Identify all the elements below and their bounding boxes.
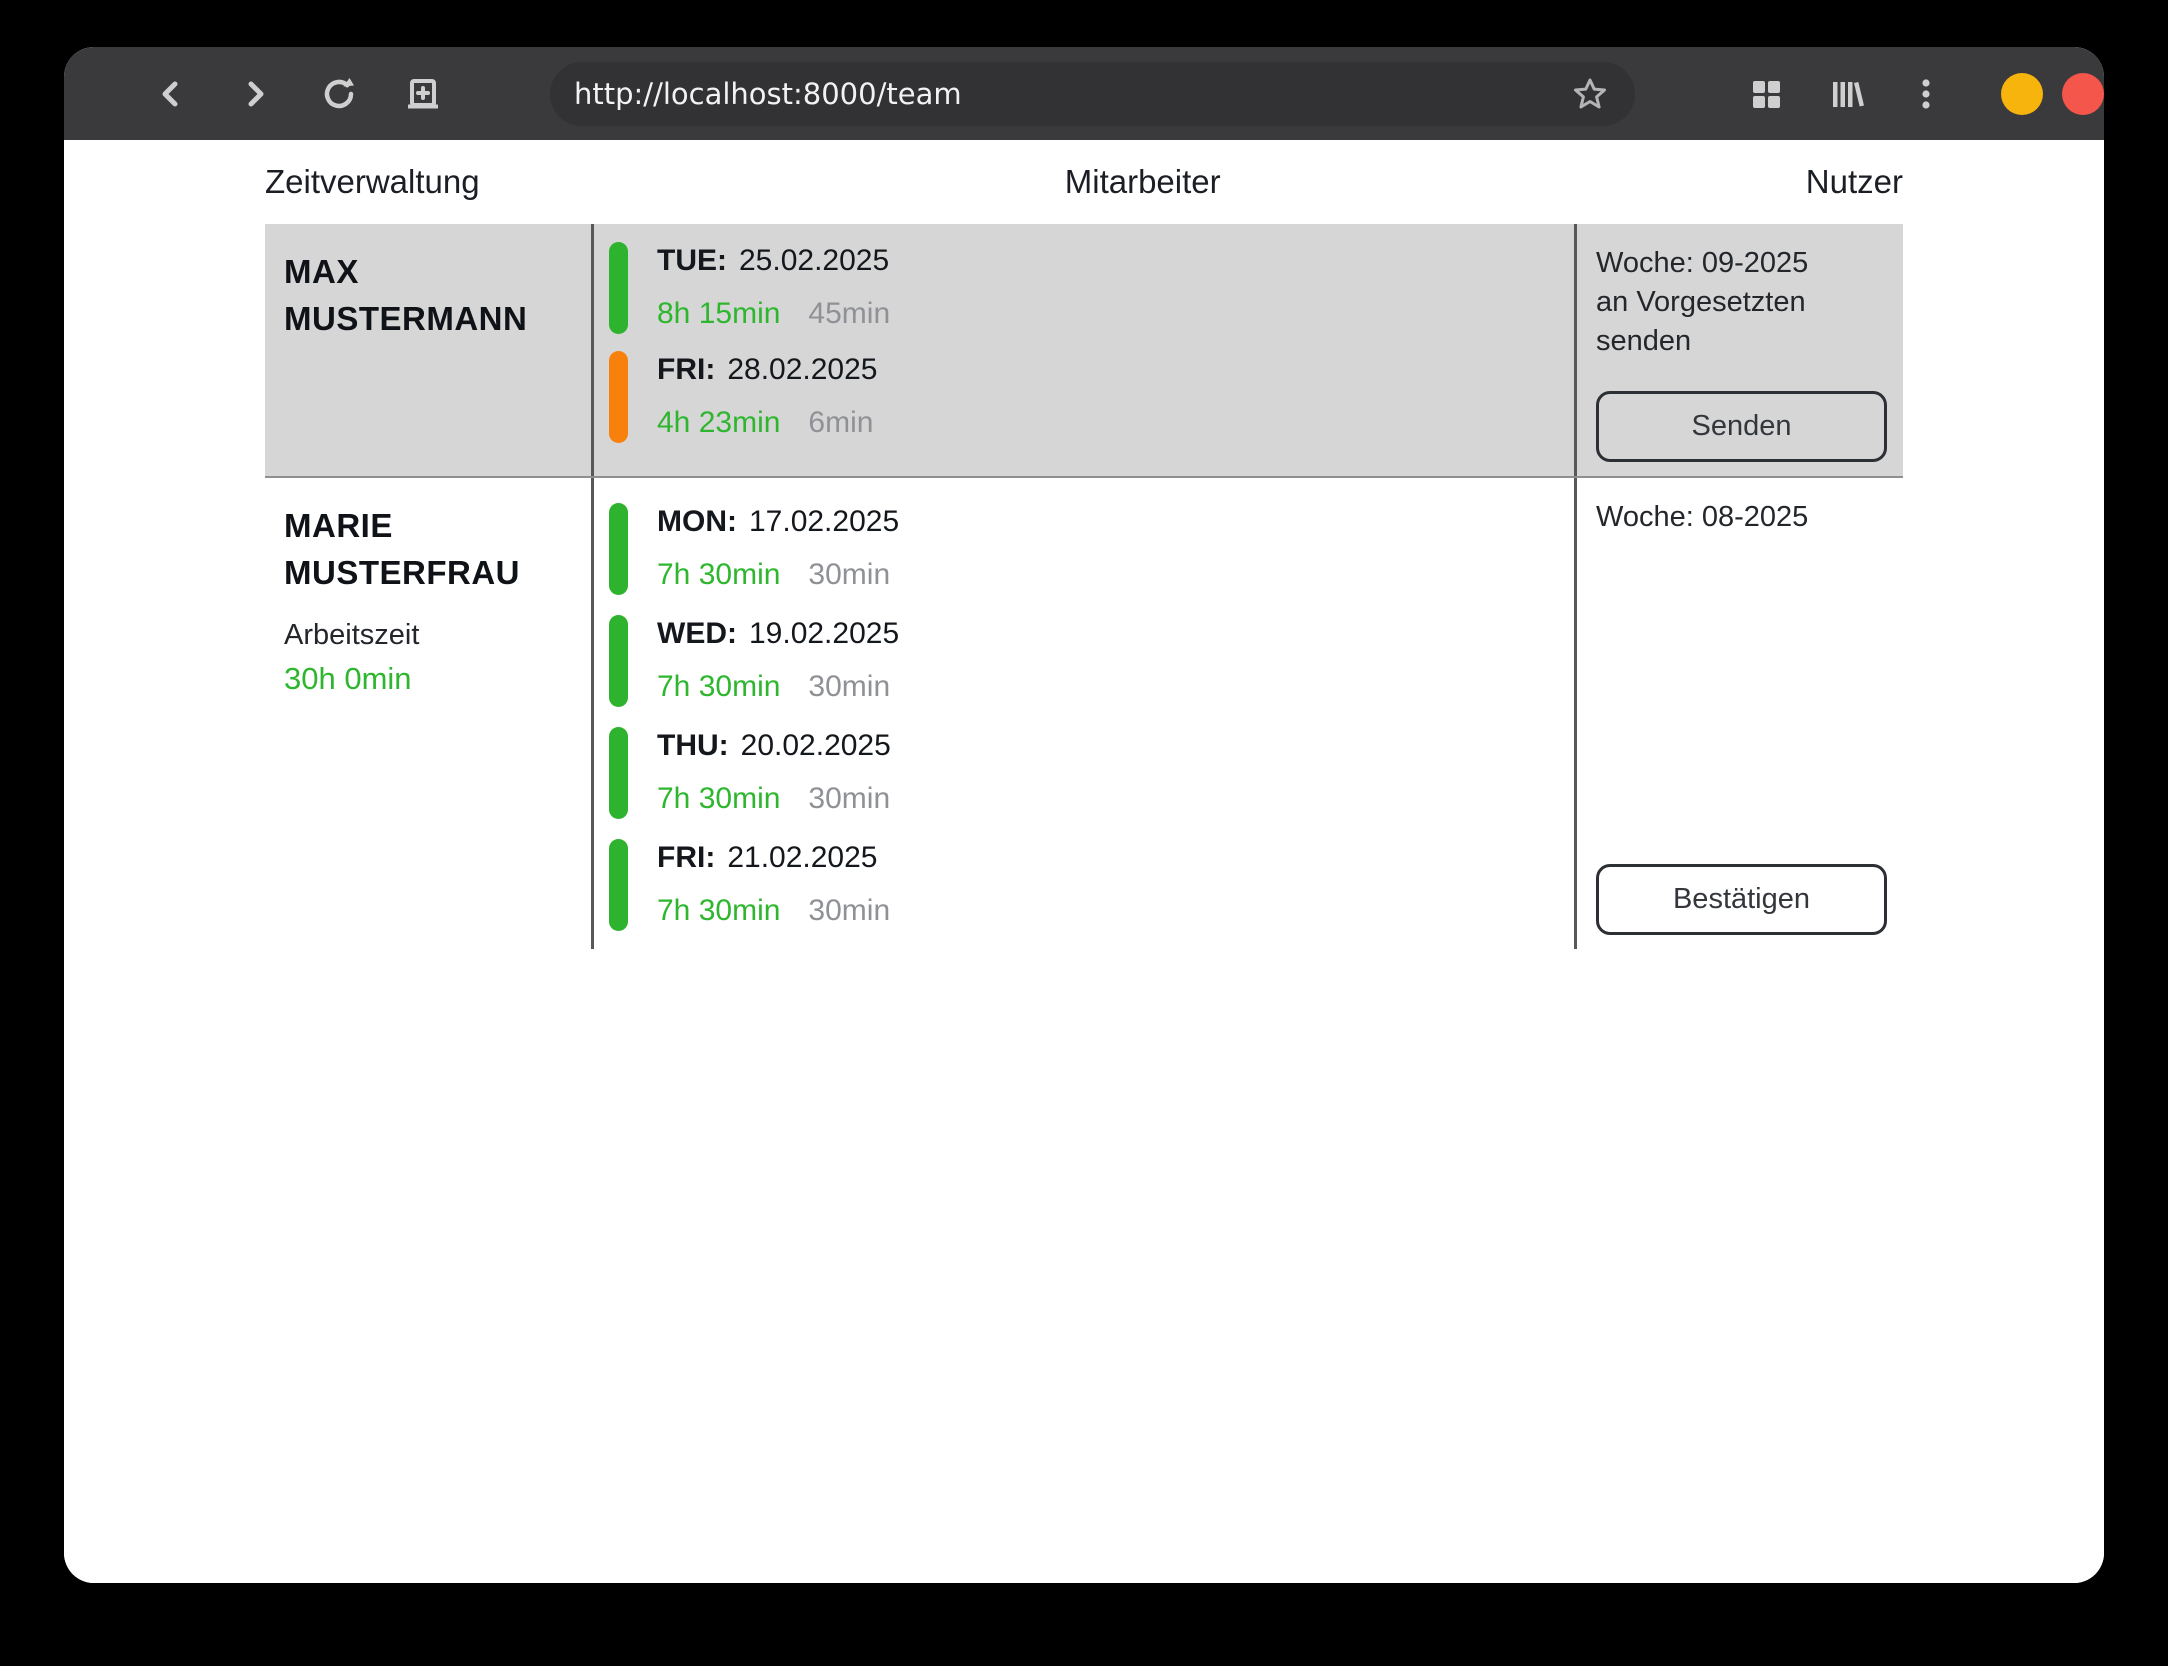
employee-first-name: MARIE (284, 502, 581, 549)
entry-date: 17.02.2025 (749, 505, 899, 538)
entry-break-time: 6min (808, 406, 873, 439)
apps-grid-icon[interactable] (1747, 75, 1785, 113)
entry-status-pill (609, 242, 628, 334)
entry-time-line: 4h 23min 6min (657, 406, 877, 440)
minimize-button[interactable] (2001, 73, 2043, 115)
entry-text: FRI: 28.02.2025 4h 23min 6min (657, 351, 877, 443)
bestaetigen-button[interactable]: Bestätigen (1596, 864, 1887, 935)
url-bar[interactable]: http://localhost:8000/team (550, 62, 1635, 126)
entry-status-pill (609, 503, 628, 595)
employee-last-name: MUSTERFRAU (284, 549, 581, 596)
time-entry: WED: 19.02.2025 7h 30min 30min (609, 615, 1574, 707)
url-input[interactable]: http://localhost:8000/team (574, 77, 1571, 111)
entry-break-time: 30min (808, 894, 890, 927)
entry-time-line: 8h 15min 45min (657, 297, 890, 331)
entry-time-line: 7h 30min 30min (657, 782, 891, 816)
entry-worked-time: 7h 30min (657, 670, 780, 703)
new-tab-icon[interactable] (404, 75, 442, 113)
employee-first-name: MAX (284, 248, 581, 295)
bookmark-star-icon[interactable] (1571, 75, 1609, 113)
entry-day: FRI: (657, 841, 715, 874)
reload-icon[interactable] (320, 75, 358, 113)
entry-date: 19.02.2025 (749, 617, 899, 650)
entry-worked-time: 7h 30min (657, 782, 780, 815)
entry-day-line: FRI: 21.02.2025 (657, 841, 890, 875)
entry-day: FRI: (657, 353, 715, 386)
entry-worked-time: 7h 30min (657, 558, 780, 591)
worktime-value: 30h 0min (284, 661, 581, 697)
worktime-label: Arbeitszeit (284, 619, 581, 652)
entry-time-line: 7h 30min 30min (657, 558, 899, 592)
entry-break-time: 30min (808, 558, 890, 591)
browser-window: http://localhost:8000/team (64, 47, 2104, 1583)
senden-button[interactable]: Senden (1596, 391, 1887, 462)
entry-day: TUE: (657, 244, 727, 277)
entry-day-line: MON: 17.02.2025 (657, 505, 899, 539)
entry-time-line: 7h 30min 30min (657, 894, 890, 928)
toolbar-right-group (1747, 75, 1945, 113)
entry-text: FRI: 21.02.2025 7h 30min 30min (657, 839, 890, 931)
entry-text: MON: 17.02.2025 7h 30min 30min (657, 503, 899, 595)
week-cell: Woche: 09-2025 an Vorgesetzten senden Se… (1574, 224, 1903, 476)
close-button[interactable] (2062, 73, 2104, 115)
entry-worked-time: 4h 23min (657, 406, 780, 439)
entries-cell: MON: 17.02.2025 7h 30min 30min (591, 478, 1574, 949)
entry-day-line: TUE: 25.02.2025 (657, 244, 890, 278)
entry-text: TUE: 25.02.2025 8h 15min 45min (657, 242, 890, 334)
time-entry: FRI: 28.02.2025 4h 23min 6min (609, 351, 1574, 443)
nav-item-mitarbeiter[interactable]: Mitarbeiter (1065, 163, 1221, 201)
page-content: Zeitverwaltung Mitarbeiter Nutzer MAX MU… (265, 140, 1903, 949)
table-row-marie-musterfrau: MARIE MUSTERFRAU Arbeitszeit 30h 0min MO… (265, 478, 1903, 949)
employee-table: MAX MUSTERMANN TUE:25.02.2025 8h 15 (265, 224, 1903, 949)
entry-status-pill (609, 351, 628, 443)
entry-worked-time: 8h 15min (657, 297, 780, 330)
library-icon[interactable] (1827, 75, 1865, 113)
time-entry: MON: 17.02.2025 7h 30min 30min (609, 503, 1574, 595)
entry-day-line: THU: 20.02.2025 (657, 729, 891, 763)
entry-break-time: 30min (808, 670, 890, 703)
window-controls (2001, 73, 2104, 115)
entry-date: 28.02.2025 (727, 353, 877, 386)
time-entry: THU: 20.02.2025 7h 30min 30min (609, 727, 1574, 819)
entry-date: 21.02.2025 (727, 841, 877, 874)
entry-date: 20.02.2025 (741, 729, 891, 762)
entry-date: 25.02.2025 (739, 244, 889, 277)
forward-icon[interactable] (236, 75, 274, 113)
toolbar-nav-group (152, 75, 442, 113)
entry-break-time: 30min (808, 782, 890, 815)
time-entry: TUE: 25.02.2025 8h 15min 45min (609, 242, 1574, 334)
name-cell: MARIE MUSTERFRAU Arbeitszeit 30h 0min (265, 478, 591, 949)
top-nav: Zeitverwaltung Mitarbeiter Nutzer (265, 140, 1903, 224)
week-cell: Woche: 08-2025 Bestätigen (1574, 478, 1903, 949)
entry-day-line: FRI: 28.02.2025 (657, 353, 877, 387)
entry-text: WED: 19.02.2025 7h 30min 30min (657, 615, 899, 707)
menu-kebab-icon[interactable] (1907, 75, 1945, 113)
entry-time-line: 7h 30min 30min (657, 670, 899, 704)
entry-status-pill (609, 615, 628, 707)
entry-day: MON: (657, 505, 737, 538)
page-team: Zeitverwaltung Mitarbeiter Nutzer MAX MU… (64, 140, 2104, 1583)
table-row-max-mustermann: MAX MUSTERMANN TUE:25.02.2025 8h 15 (265, 224, 1903, 478)
entry-text: THU: 20.02.2025 7h 30min 30min (657, 727, 891, 819)
entries-cell: TUE: 25.02.2025 8h 15min 45min (591, 224, 1574, 476)
entry-day-line: WED: 19.02.2025 (657, 617, 899, 651)
entry-break-time: 45min (808, 297, 890, 330)
nav-item-nutzer[interactable]: Nutzer (1806, 163, 1903, 201)
entry-day: WED: (657, 617, 737, 650)
name-cell: MAX MUSTERMANN (265, 224, 591, 476)
week-title: Woche: 08-2025 (1596, 498, 1887, 537)
employee-last-name: MUSTERMANN (284, 295, 581, 342)
back-icon[interactable] (152, 75, 190, 113)
entry-day: THU: (657, 729, 729, 762)
entry-status-pill (609, 727, 628, 819)
entry-worked-time: 7h 30min (657, 894, 780, 927)
browser-toolbar: http://localhost:8000/team (64, 47, 2104, 140)
entry-status-pill (609, 839, 628, 931)
week-subtitle: an Vorgesetzten senden (1596, 283, 1868, 361)
nav-item-zeitverwaltung[interactable]: Zeitverwaltung (265, 163, 480, 201)
time-entry: FRI: 21.02.2025 7h 30min 30min (609, 839, 1574, 931)
week-title: Woche: 09-2025 (1596, 244, 1887, 283)
